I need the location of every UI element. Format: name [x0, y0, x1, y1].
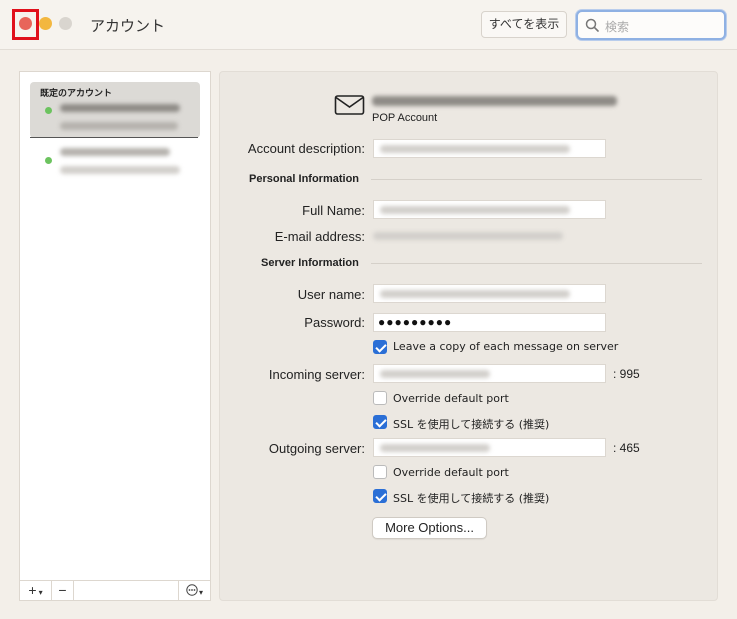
full-name-field[interactable] [373, 200, 606, 219]
account-list: 既定のアカウント + ▾ − ▾ [19, 71, 211, 601]
account-details-panel: POP Account Account description: Persona… [219, 71, 718, 601]
account-address-redacted [60, 122, 178, 130]
outgoing-server-field[interactable] [373, 438, 606, 457]
email-address-value-redacted [373, 232, 563, 240]
search-icon [585, 18, 599, 32]
account-status-dot [45, 107, 52, 114]
close-button-highlight [12, 9, 39, 40]
incoming-override-port-label: Override default port [393, 392, 509, 405]
outgoing-override-port-label: Override default port [393, 466, 509, 479]
outgoing-ssl-checkbox[interactable] [373, 489, 387, 503]
incoming-port: : 995 [613, 367, 640, 381]
account-title-redacted [372, 96, 617, 106]
leave-copy-label: Leave a copy of each message on server [393, 340, 619, 353]
outgoing-port: : 465 [613, 441, 640, 455]
password-label: Password: [304, 315, 365, 330]
incoming-ssl-label: SSL を使用して接続する (推奨) [393, 418, 550, 431]
account-name-redacted [60, 104, 180, 112]
section-divider [371, 179, 702, 180]
account-type-label: POP Account [372, 112, 438, 124]
account-item-second[interactable] [30, 144, 200, 180]
add-account-button[interactable]: + ▾ [20, 581, 52, 600]
show-all-button[interactable]: すべてを表示 [481, 11, 567, 38]
incoming-ssl-checkbox[interactable] [373, 415, 387, 429]
accounts-window: アカウント すべてを表示 検索 既定のアカウント + ▾ − ▾ POP Acc… [0, 0, 737, 619]
leave-copy-checkbox[interactable] [373, 340, 387, 354]
minimize-window-button[interactable] [39, 17, 52, 30]
account-name-redacted [60, 148, 170, 156]
incoming-server-field[interactable] [373, 364, 606, 383]
selection-underline [30, 137, 198, 138]
full-name-label: Full Name: [302, 203, 365, 218]
zoom-window-button[interactable] [59, 17, 72, 30]
add-label: + [28, 582, 37, 598]
account-item-default[interactable]: 既定のアカウント [30, 82, 200, 138]
outgoing-override-port-checkbox[interactable] [373, 465, 387, 479]
title-bar: アカウント すべてを表示 検索 [0, 0, 737, 50]
outgoing-server-label: Outgoing server: [268, 441, 365, 456]
incoming-override-port-checkbox[interactable] [373, 391, 387, 405]
chevron-down-icon: ▾ [198, 588, 203, 597]
account-list-toolbar: + ▾ − ▾ [20, 580, 210, 600]
server-information-heading: Server Information [261, 257, 359, 269]
personal-information-heading: Personal Information [249, 173, 360, 185]
ellipsis-circle-icon [186, 584, 198, 596]
email-address-label: E-mail address: [274, 229, 365, 244]
search-placeholder: 検索 [605, 20, 630, 34]
envelope-icon [334, 95, 365, 115]
account-address-redacted [60, 166, 180, 174]
remove-account-button[interactable]: − [52, 581, 74, 600]
search-field[interactable]: 検索 [576, 10, 726, 40]
user-name-field[interactable] [373, 284, 606, 303]
window-title: アカウント [90, 17, 166, 35]
section-divider [371, 263, 702, 264]
action-menu-button[interactable]: ▾ [178, 581, 210, 600]
incoming-server-label: Incoming server: [268, 367, 365, 382]
more-options-button[interactable]: More Options... [372, 517, 487, 539]
default-accounts-heading: 既定のアカウント [40, 89, 113, 99]
account-status-dot [45, 157, 52, 164]
account-description-field[interactable] [373, 139, 606, 158]
password-field[interactable]: ●●●●●●●●● [373, 313, 606, 332]
account-description-label: Account description: [247, 141, 365, 156]
chevron-down-icon: ▾ [38, 588, 43, 597]
user-name-label: User name: [297, 287, 365, 302]
outgoing-ssl-label: SSL を使用して接続する (推奨) [393, 492, 550, 505]
